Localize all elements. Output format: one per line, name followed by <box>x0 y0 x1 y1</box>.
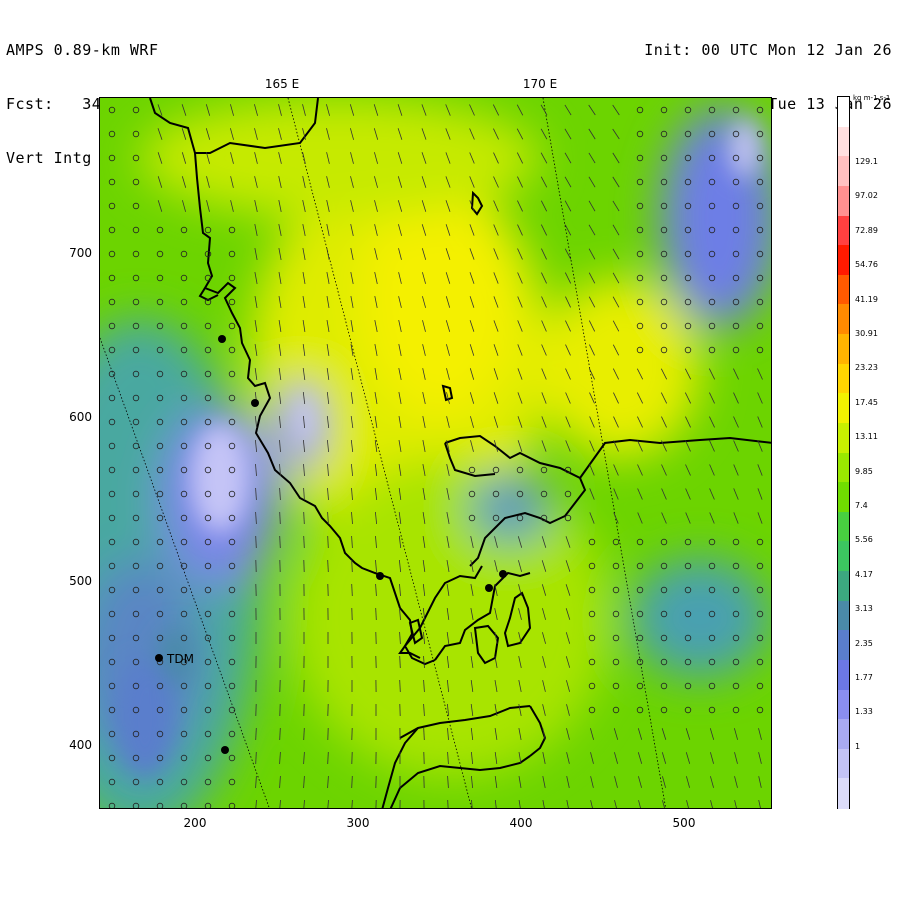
colorbar-swatch <box>838 274 849 306</box>
colorbar-label: 97.02 <box>855 191 878 201</box>
colorbar-label: 5.56 <box>855 535 873 545</box>
colorbar-label: 54.76 <box>855 260 878 270</box>
colorbar-swatch <box>838 571 849 602</box>
x-tick-300: 300 <box>346 816 370 830</box>
colorbar-label: 2.35 <box>855 638 873 648</box>
colorbar-label: 1 <box>855 741 861 751</box>
colorbar-label: 1.33 <box>855 707 873 717</box>
x-tick-500: 500 <box>672 816 696 830</box>
colorbar-swatch <box>838 452 849 484</box>
colorbar-swatch <box>838 600 849 632</box>
station-dot-tdm <box>155 654 163 662</box>
colorbar-label: 1.77 <box>855 673 873 682</box>
colorbar-label: 4.17 <box>855 569 873 579</box>
colorbar-swatch <box>838 482 849 513</box>
y-tick-700: 700 <box>69 246 92 260</box>
ivt-field-map: TDM <box>100 98 771 808</box>
colorbar-swatch <box>838 541 849 572</box>
colorbar-swatch <box>838 185 849 217</box>
station-dot <box>218 335 226 343</box>
x-tick-200: 200 <box>183 816 207 830</box>
colorbar-swatch <box>838 748 849 780</box>
colorbar-label: 30.91 <box>855 329 878 338</box>
y-tick-600: 600 <box>69 410 92 424</box>
station-dot <box>251 399 259 407</box>
colorbar-label: 41.19 <box>855 294 878 304</box>
map-panel[interactable]: TDM <box>99 97 772 809</box>
colorbar-swatch <box>838 215 849 247</box>
colorbar-swatch <box>838 156 849 187</box>
colorbar-swatch <box>838 304 849 335</box>
colorbar-label: 23.23 <box>855 363 878 373</box>
lon-label-170: 170 E <box>522 77 558 91</box>
colorbar-label: 9.85 <box>855 466 873 476</box>
colorbar-swatch <box>838 659 849 691</box>
colorbar-units: kg m-1 s-1 <box>853 94 891 102</box>
x-tick-400: 400 <box>509 816 533 830</box>
colorbar-swatch <box>838 245 849 276</box>
colorbar-swatch <box>838 630 849 661</box>
colorbar-swatch <box>838 97 849 128</box>
station-dot <box>221 746 229 754</box>
colorbar-swatch <box>838 126 849 158</box>
colorbar-swatch <box>838 334 849 365</box>
lon-label-165: 165 E <box>264 77 300 91</box>
colorbar-label: 72.89 <box>855 225 878 235</box>
colorbar <box>837 96 850 809</box>
init-time: Init: 00 UTC Mon 12 Jan 26 <box>644 41 892 59</box>
colorbar-label: 17.45 <box>855 397 878 407</box>
station-dot <box>485 584 493 592</box>
colorbar-swatch <box>838 689 849 721</box>
colorbar-swatch <box>838 363 849 395</box>
colorbar-swatch <box>838 511 849 543</box>
y-tick-500: 500 <box>69 574 92 588</box>
colorbar-swatch <box>838 778 849 809</box>
colorbar-swatch <box>838 719 849 750</box>
colorbar-swatch <box>838 393 849 424</box>
y-tick-400: 400 <box>69 738 92 752</box>
station-dot <box>376 572 384 580</box>
colorbar-label: 129.1 <box>855 157 878 166</box>
colorbar-label: 7.4 <box>855 501 868 510</box>
colorbar-label: 13.11 <box>855 432 878 442</box>
station-dot <box>499 570 507 578</box>
colorbar-swatch <box>838 422 849 454</box>
station-label-tdm: TDM <box>166 652 194 666</box>
colorbar-label: 3.13 <box>855 604 873 614</box>
model-name: AMPS 0.89-km WRF <box>6 41 159 59</box>
